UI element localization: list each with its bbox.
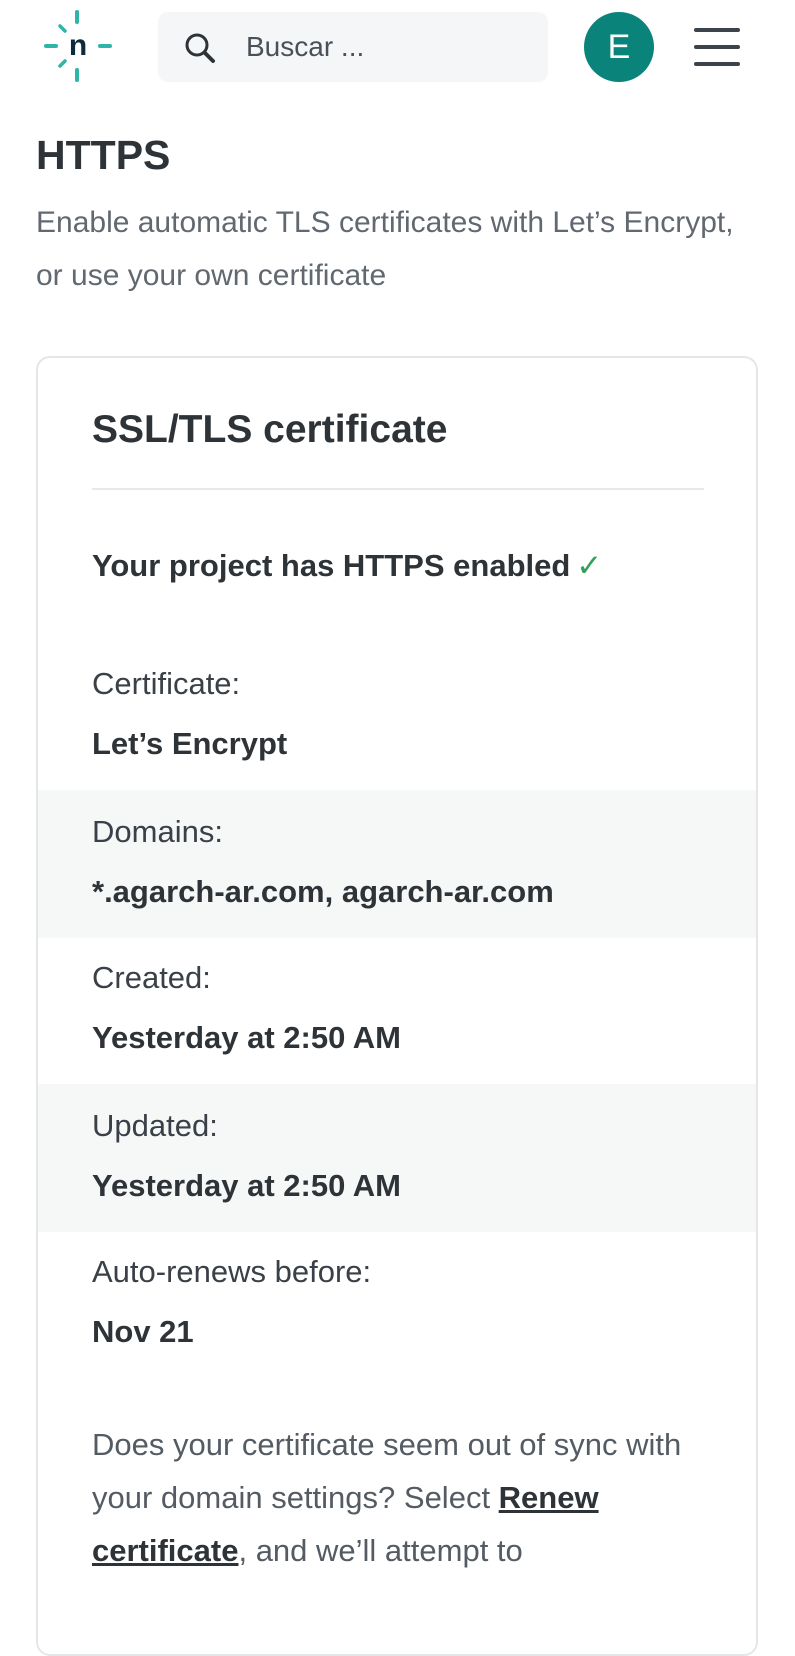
detail-value: Let’s Encrypt <box>92 726 288 761</box>
detail-row-domains: Domains: *.agarch-ar.com, agarch-ar.com <box>38 790 756 938</box>
logo-letter: n <box>69 29 87 62</box>
https-status-text: Your project has HTTPS enabled <box>92 548 571 583</box>
top-bar: n Buscar ... E <box>0 0 795 96</box>
sync-help-text: Does your certificate seem out of sync w… <box>92 1418 712 1577</box>
detail-row-certificate: Certificate: Let’s Encrypt <box>38 642 756 790</box>
card-divider <box>92 488 704 490</box>
user-avatar[interactable]: E <box>584 12 654 82</box>
search-icon <box>185 33 215 63</box>
detail-value: Nov 21 <box>92 1314 194 1349</box>
page-title: HTTPS <box>36 132 171 178</box>
sync-text-end: , and we’ll attempt to <box>238 1533 523 1568</box>
detail-label: Created: <box>92 960 211 995</box>
detail-row-created: Created: Yesterday at 2:50 AM <box>38 936 756 1084</box>
hamburger-menu-icon[interactable] <box>694 28 740 66</box>
detail-row-auto-renew: Auto-renews before: Nov 21 <box>38 1230 756 1378</box>
detail-value: Yesterday at 2:50 AM <box>92 1020 402 1055</box>
page-description: Enable automatic TLS certificates with L… <box>36 206 734 292</box>
certificate-card: SSL/TLS certificate Your project has HTT… <box>36 356 758 1656</box>
check-icon: ✓ <box>576 548 603 583</box>
search-input[interactable]: Buscar ... <box>246 12 364 82</box>
search-box[interactable]: Buscar ... <box>158 12 548 82</box>
detail-label: Domains: <box>92 814 223 849</box>
card-title: SSL/TLS certificate <box>92 408 448 451</box>
detail-row-updated: Updated: Yesterday at 2:50 AM <box>38 1084 756 1232</box>
netlify-logo-icon[interactable]: n <box>40 8 116 84</box>
detail-label: Updated: <box>92 1108 218 1143</box>
https-status: Your project has HTTPS enabled ✓ <box>92 548 602 584</box>
detail-value: *.agarch-ar.com, agarch-ar.com <box>92 874 554 909</box>
detail-value: Yesterday at 2:50 AM <box>92 1168 402 1203</box>
detail-label: Auto-renews before: <box>92 1254 372 1289</box>
detail-label: Certificate: <box>92 666 241 701</box>
